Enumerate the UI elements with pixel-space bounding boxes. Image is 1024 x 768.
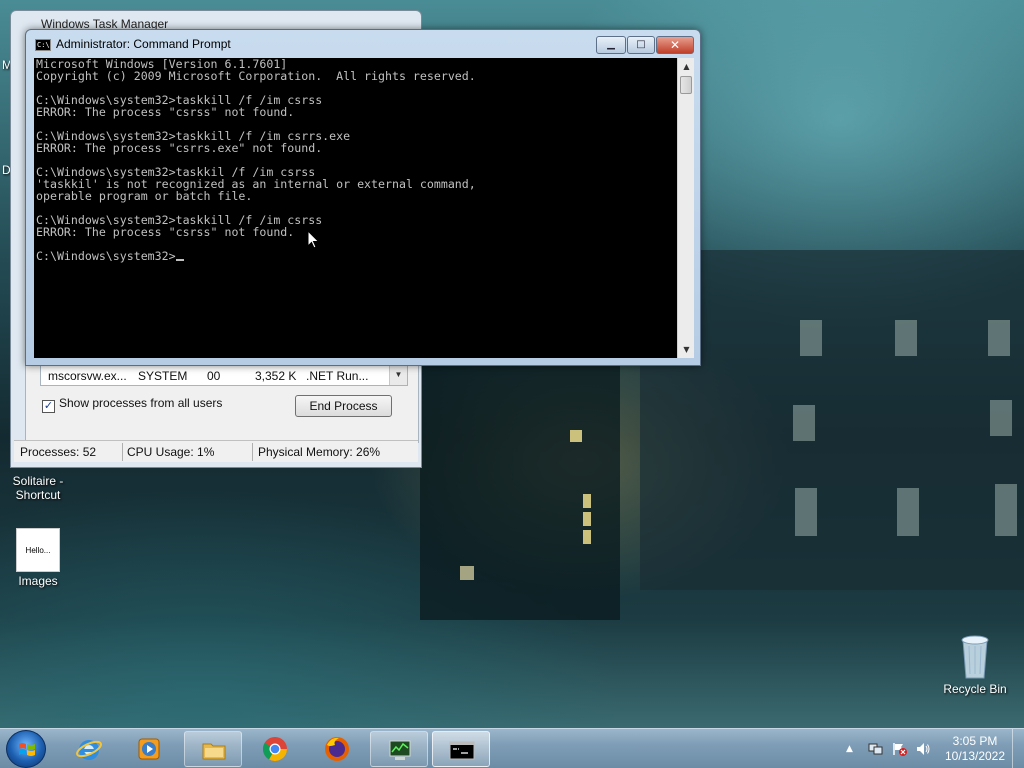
scrollbar-thumb[interactable]	[680, 76, 692, 94]
desktop-icon-label: Solitaire -	[12, 474, 64, 488]
console-output[interactable]: Microsoft Windows [Version 6.1.7601] Cop…	[34, 58, 677, 358]
wallpaper-lit-window	[583, 494, 591, 508]
recycle-bin-icon	[955, 630, 995, 680]
image-thumbnail-text: Hello...	[25, 546, 51, 555]
task-manager-icon	[389, 740, 411, 760]
table-row[interactable]: mscorsvw.ex... SYSTEM 00 3,352 K .NET Ru…	[40, 364, 408, 386]
clock-time: 3:05 PM	[952, 734, 998, 748]
scroll-down-arrow-icon[interactable]: ▼	[678, 341, 695, 358]
taskbar-task-manager[interactable]	[370, 731, 428, 767]
task-manager-status-bar: Processes: 52 CPU Usage: 1% Physical Mem…	[14, 440, 418, 462]
taskbar-command-prompt[interactable]	[432, 731, 490, 767]
window-title: Administrator: Command Prompt	[56, 37, 231, 51]
windows-logo-icon	[19, 743, 35, 756]
maximize-icon: □	[636, 39, 646, 50]
console-line: Copyright (c) 2009 Microsoft Corporation…	[36, 69, 476, 83]
desktop-icon-solitaire[interactable]: Solitaire - Shortcut	[0, 474, 76, 502]
checkbox-check-icon: ✓	[42, 400, 55, 413]
command-prompt-icon	[449, 741, 475, 760]
show-desktop-button[interactable]	[1012, 729, 1024, 768]
taskbar-clock[interactable]: 3:05 PM 10/13/2022	[940, 734, 1010, 764]
status-cpu-usage: CPU Usage: 1%	[127, 445, 215, 459]
scroll-up-arrow-icon[interactable]: ▲	[678, 58, 695, 75]
wallpaper-building-left	[420, 330, 620, 620]
status-physical-memory: Physical Memory: 26%	[258, 445, 381, 459]
volume-icon[interactable]	[915, 741, 931, 761]
wallpaper-window	[995, 484, 1017, 536]
taskbar-firefox[interactable]	[308, 731, 366, 767]
wallpaper-lit-window	[583, 512, 591, 526]
wallpaper-lit-window	[570, 430, 582, 442]
media-player-icon	[138, 738, 160, 760]
console-line: ERROR: The process "csrss" not found.	[36, 105, 295, 119]
taskbar-file-explorer[interactable]	[184, 731, 242, 767]
wallpaper-window	[795, 488, 817, 536]
status-processes: Processes: 52	[20, 445, 97, 459]
desktop-icon-label: Shortcut	[15, 488, 61, 502]
process-memory-cell: 3,352 K	[255, 369, 297, 383]
console-line: ERROR: The process "csrss" not found.	[36, 225, 295, 239]
process-name-cell: mscorsvw.ex...	[48, 369, 127, 383]
image-file-icon: Hello...	[16, 528, 60, 572]
scroll-down-button[interactable]: ▼	[389, 365, 407, 385]
text-cursor	[175, 259, 184, 261]
internet-explorer-icon	[76, 740, 102, 760]
status-separator	[252, 443, 253, 461]
console-prompt-line: C:\Windows\system32>	[36, 250, 184, 262]
show-all-processes-label: Show processes from all users	[59, 396, 223, 410]
process-cpu-cell: 00	[207, 369, 221, 383]
wallpaper-window	[897, 488, 919, 536]
clock-date: 10/13/2022	[944, 749, 1006, 763]
vertical-scrollbar[interactable]: ▲ ▼	[677, 58, 694, 358]
wallpaper-lit-window	[583, 530, 591, 544]
wallpaper-window	[988, 320, 1010, 356]
network-icon[interactable]	[868, 741, 884, 761]
action-center-icon[interactable]	[892, 741, 908, 761]
process-user-cell: SYSTEM	[138, 369, 188, 383]
desktop-icon-images[interactable]: Hello... Images	[0, 528, 76, 588]
chrome-icon	[262, 737, 287, 762]
wallpaper-lit-window	[460, 566, 474, 580]
taskbar: ▲ 3:05 PM 10/13/2022	[0, 728, 1024, 768]
status-separator	[122, 443, 123, 461]
show-hidden-icons-button[interactable]: ▲	[846, 744, 853, 754]
cmd-title-bar[interactable]: C:\ Administrator: Command Prompt ▁ □ ✕	[26, 30, 700, 58]
wallpaper-window	[990, 400, 1012, 436]
wallpaper-window	[800, 320, 822, 356]
desktop-icon-recycle-bin[interactable]: Recycle Bin	[937, 630, 1013, 696]
firefox-icon	[325, 737, 349, 761]
taskbar-chrome[interactable]	[246, 731, 304, 767]
minimize-icon: ▁	[607, 39, 615, 50]
console-line: operable program or batch file.	[36, 189, 253, 203]
desktop-icon-label: Images	[18, 574, 58, 588]
console-line: ERROR: The process "csrrs.exe" not found…	[36, 141, 323, 155]
command-prompt-icon: C:\	[35, 39, 51, 51]
folder-icon	[202, 743, 226, 760]
command-prompt-window[interactable]: C:\ Administrator: Command Prompt ▁ □ ✕ …	[25, 29, 701, 366]
wallpaper-window	[793, 405, 815, 441]
console-prompt: C:\Windows\system32>	[36, 249, 176, 263]
taskbar-media-player[interactable]	[120, 731, 178, 767]
close-icon: ✕	[669, 38, 681, 52]
show-all-processes-checkbox[interactable]: ✓ Show processes from all users	[42, 396, 222, 413]
desktop-icon-label: Recycle Bin	[943, 682, 1007, 696]
taskbar-internet-explorer[interactable]	[60, 731, 118, 767]
system-tray: ▲ 3:05 PM 10/13/2022	[842, 729, 1024, 768]
mouse-pointer-icon	[307, 230, 320, 249]
process-description-cell: .NET Run...	[306, 369, 369, 383]
start-button[interactable]	[6, 730, 46, 768]
maximize-button[interactable]: □	[627, 36, 655, 54]
wallpaper-window	[895, 320, 917, 356]
close-button[interactable]: ✕	[656, 36, 694, 54]
end-process-button[interactable]: End Process	[295, 395, 392, 417]
minimize-button[interactable]: ▁	[596, 36, 626, 54]
